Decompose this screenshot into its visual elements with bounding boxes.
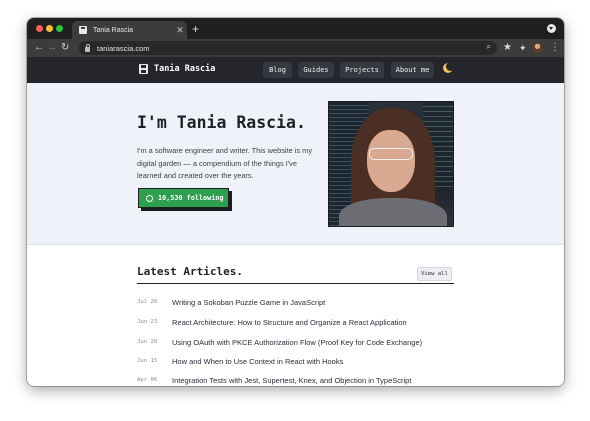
tab-tania-rascia[interactable]: Tania Rascia ✕	[72, 21, 187, 39]
article-date: Apr 06	[137, 377, 158, 383]
back-arrow-icon[interactable]: ←	[34, 41, 44, 55]
article-item[interactable]: Jul 26 Writing a Sokoban Puzzle Game in …	[137, 296, 325, 308]
tab-strip: Tania Rascia ✕ +	[27, 18, 564, 39]
address-bar[interactable]: taniarascia.com ⌕	[79, 41, 497, 55]
hero-description: I'm a software engineer and writer. This…	[137, 146, 313, 180]
article-title[interactable]: React Architecture: How to Structure and…	[172, 318, 407, 327]
url-text[interactable]: taniarascia.com	[97, 44, 150, 53]
article-date: Jun 20	[137, 339, 158, 345]
maximize-window-button[interactable]	[56, 25, 63, 32]
nav-link-projects[interactable]: Projects	[340, 62, 384, 78]
github-following-button[interactable]: 10,530 following	[138, 188, 229, 208]
bookmark-star-icon[interactable]: ★	[503, 41, 512, 55]
tab-search-icon[interactable]	[547, 24, 556, 33]
brand-name: Tania Rascia	[154, 64, 216, 74]
nav-link-guides[interactable]: Guides	[298, 62, 334, 78]
minimize-window-button[interactable]	[46, 25, 53, 32]
tab-title: Tania Rascia	[93, 26, 134, 34]
article-item[interactable]: Jun 15 How and When to Use Context in Re…	[137, 355, 343, 367]
lock-icon[interactable]	[85, 43, 90, 52]
hero-title: I'm Tania Rascia.	[137, 113, 306, 132]
latest-articles-heading: Latest Articles.	[137, 265, 243, 278]
browser-menu-icon[interactable]: ⋮	[550, 41, 560, 55]
profile-avatar[interactable]	[532, 42, 543, 53]
site-brand-link[interactable]: Tania Rascia	[139, 64, 215, 74]
github-following-label: 10,530 following	[158, 194, 224, 202]
article-date: Jul 26	[137, 299, 158, 305]
article-title[interactable]: How and When to Use Context in React wit…	[172, 357, 343, 366]
site-navigation: Tania Rascia Blog Guides Projects About …	[27, 57, 564, 83]
github-icon	[146, 194, 153, 202]
browser-toolbar: ← → ↻ taniarascia.com ⌕ ★ ✦ ⋮	[27, 39, 564, 57]
hero-section: I'm Tania Rascia. I'm a software enginee…	[27, 83, 564, 245]
reload-icon[interactable]: ↻	[61, 41, 69, 55]
floppy-disk-icon	[139, 64, 148, 74]
article-item[interactable]: Jun 23 React Architecture: How to Struct…	[137, 316, 407, 328]
article-item[interactable]: Jun 20 Using OAuth with PKCE Authorizati…	[137, 336, 422, 348]
forward-arrow-icon[interactable]: →	[47, 41, 57, 55]
new-tab-button[interactable]: +	[192, 21, 199, 37]
profile-photo	[328, 101, 454, 227]
view-all-button[interactable]: View all	[417, 267, 452, 281]
article-item[interactable]: Apr 06 Integration Tests with Jest, Supe…	[137, 374, 411, 386]
article-date: Jun 15	[137, 358, 158, 364]
dark-mode-moon-icon[interactable]	[443, 62, 455, 73]
zoom-icon[interactable]: ⌕	[487, 42, 491, 52]
article-title[interactable]: Using OAuth with PKCE Authorization Flow…	[172, 338, 422, 347]
article-title[interactable]: Writing a Sokoban Puzzle Game in JavaScr…	[172, 298, 325, 307]
close-window-button[interactable]	[36, 25, 43, 32]
browser-window: Tania Rascia ✕ + ← → ↻ taniarascia.com ⌕…	[27, 18, 564, 386]
extensions-puzzle-icon[interactable]: ✦	[519, 41, 527, 55]
tab-close-icon[interactable]: ✕	[173, 25, 187, 36]
nav-link-blog[interactable]: Blog	[263, 62, 292, 78]
articles-divider	[137, 283, 454, 284]
article-title[interactable]: Integration Tests with Jest, Supertest, …	[172, 376, 411, 385]
article-date: Jun 23	[137, 319, 158, 325]
nav-link-about-me[interactable]: About me	[391, 62, 434, 78]
floppy-disk-icon	[79, 26, 87, 34]
